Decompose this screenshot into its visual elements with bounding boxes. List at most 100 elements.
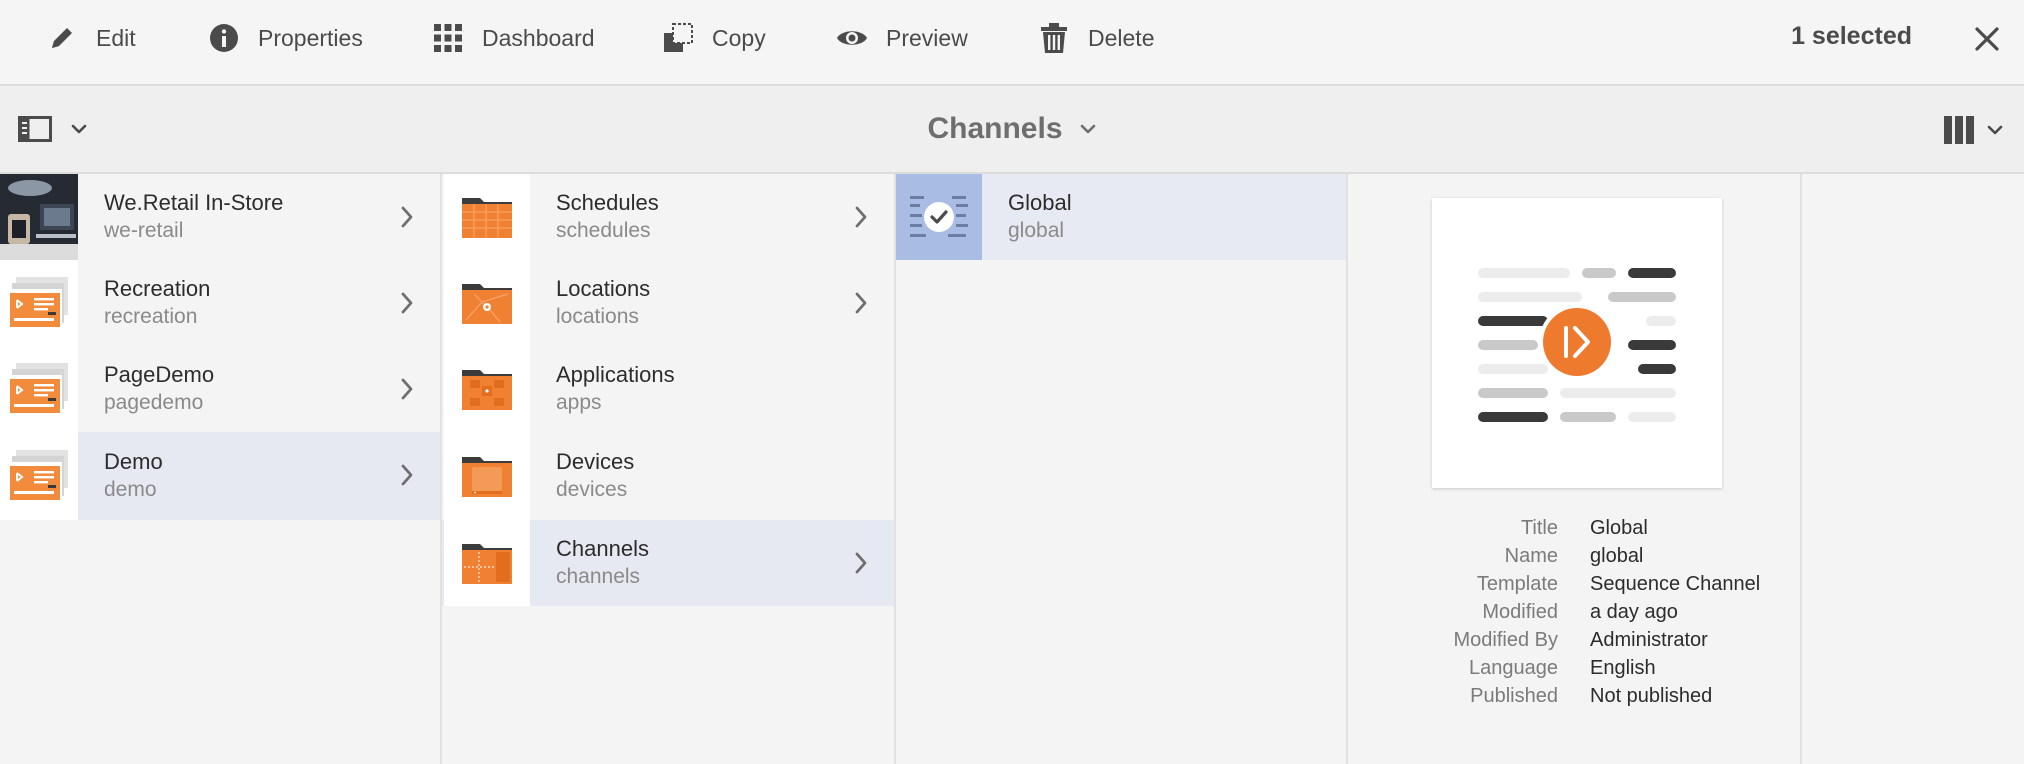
preview-button[interactable]: Preview — [836, 18, 968, 58]
meta-value: English — [1590, 656, 1656, 679]
meta-row-modified-by: Modified By Administrator — [1348, 626, 1802, 654]
view-switcher-button[interactable] — [1944, 116, 2004, 144]
list-item-recreation[interactable]: Recreation recreation — [0, 260, 440, 346]
column-folders: Schedules schedules Locations locations — [442, 174, 896, 764]
item-title: PageDemo — [104, 362, 215, 387]
chevron-right-icon[interactable] — [852, 290, 870, 316]
column-empty — [1802, 174, 2024, 764]
list-item-applications[interactable]: Applications apps — [442, 346, 894, 432]
item-texts: Devices devices — [556, 448, 894, 504]
meta-row-language: Language English — [1348, 654, 1802, 682]
item-texts: We.Retail In-Store we-retail — [104, 189, 440, 245]
site-thumbnail — [0, 174, 78, 260]
item-title: Devices — [556, 449, 635, 474]
list-item-pagedemo[interactable]: PageDemo pagedemo — [0, 346, 440, 432]
selection-count: 1 selected — [1791, 22, 1912, 50]
copy-button[interactable]: Copy — [662, 18, 766, 58]
channel-thumbnail — [896, 174, 982, 260]
chevron-down-icon[interactable] — [1079, 123, 1097, 135]
channels-folder-icon — [462, 544, 512, 584]
meta-key: Language — [1469, 656, 1558, 679]
meta-key: Name — [1504, 544, 1558, 567]
close-icon[interactable] — [1972, 24, 2002, 54]
column-channels: Global global — [896, 174, 1348, 764]
item-name: channels — [556, 565, 641, 588]
delete-button[interactable]: Delete — [1038, 18, 1154, 58]
screens-project-icon — [8, 363, 68, 415]
edit-label: Edit — [96, 24, 136, 51]
item-texts: Locations locations — [556, 275, 894, 331]
meta-row-title: Title Global — [1348, 514, 1802, 542]
item-name: schedules — [556, 219, 651, 242]
meta-value: Global — [1590, 516, 1648, 539]
chevron-down-icon — [1987, 125, 2003, 135]
folder-thumbnail — [444, 260, 530, 346]
dashboard-label: Dashboard — [482, 24, 595, 51]
meta-row-name: Name global — [1348, 542, 1802, 570]
column-view-icon — [1944, 116, 1974, 144]
meta-value: Sequence Channel — [1590, 572, 1761, 595]
dashboard-button[interactable]: Dashboard — [432, 18, 595, 58]
grid-icon — [434, 24, 462, 52]
meta-key: Title — [1520, 516, 1558, 539]
meta-key: Modified By — [1453, 628, 1559, 651]
item-title: Recreation — [104, 276, 211, 301]
meta-row-published: Published Not published — [1348, 682, 1802, 710]
site-thumbnail — [0, 346, 78, 432]
item-name: recreation — [104, 305, 198, 328]
folder-thumbnail — [444, 346, 530, 432]
meta-value: global — [1590, 544, 1644, 567]
properties-label: Properties — [258, 24, 363, 51]
edit-button[interactable]: Edit — [46, 18, 136, 58]
chevron-right-icon[interactable] — [398, 462, 416, 488]
site-thumbnail — [0, 432, 78, 520]
chevron-right-icon[interactable] — [398, 376, 416, 402]
list-item-global[interactable]: Global global — [896, 174, 1346, 260]
column-sites: We.Retail In-Store we-retail Recreation — [0, 174, 442, 764]
chevron-right-icon[interactable] — [398, 204, 416, 230]
copy-icon — [664, 23, 693, 52]
channel-preview-card — [1432, 198, 1722, 488]
list-item-locations[interactable]: Locations locations — [442, 260, 894, 346]
item-name: pagedemo — [104, 391, 204, 414]
chevron-right-icon[interactable] — [852, 550, 870, 576]
chevron-right-icon[interactable] — [852, 204, 870, 230]
copy-label: Copy — [712, 24, 766, 51]
properties-button[interactable]: Properties — [208, 18, 363, 58]
header-bar: Channels — [0, 86, 2024, 174]
trash-icon — [1041, 23, 1067, 53]
folder-thumbnail — [444, 520, 530, 606]
schedules-folder-icon — [462, 198, 512, 238]
properties-list: Title Global Name global Template Sequen… — [1348, 514, 1802, 710]
meta-key: Modified — [1482, 600, 1558, 623]
list-item-schedules[interactable]: Schedules schedules — [442, 174, 894, 260]
item-name: locations — [556, 305, 639, 328]
folder-thumbnail — [444, 174, 530, 260]
list-item-we-retail[interactable]: We.Retail In-Store we-retail — [0, 174, 440, 260]
eye-icon — [837, 31, 867, 45]
item-title: Channels — [556, 536, 649, 561]
item-texts: Recreation recreation — [104, 275, 440, 331]
page-title-wrap: Channels — [0, 112, 2024, 146]
list-item-channels[interactable]: Channels channels — [442, 520, 894, 606]
meta-value: Not published — [1590, 684, 1713, 707]
screens-project-icon — [8, 450, 68, 502]
item-name: devices — [556, 478, 628, 501]
devices-folder-icon — [462, 457, 512, 497]
item-texts: Applications apps — [556, 361, 894, 417]
list-item-demo[interactable]: Demo demo — [0, 432, 440, 520]
site-thumbnail — [0, 260, 78, 346]
item-texts: PageDemo pagedemo — [104, 361, 440, 417]
meta-row-template: Template Sequence Channel — [1348, 570, 1802, 598]
item-name: demo — [104, 478, 157, 501]
item-title: Global — [1008, 190, 1072, 215]
page-title[interactable]: Channels — [927, 112, 1062, 146]
preview-label: Preview — [886, 24, 968, 51]
screens-project-icon — [8, 277, 68, 329]
chevron-right-icon[interactable] — [398, 290, 416, 316]
item-title: We.Retail In-Store — [104, 190, 284, 215]
locations-folder-icon — [462, 284, 512, 324]
list-item-devices[interactable]: Devices devices — [442, 432, 894, 520]
item-title: Locations — [556, 276, 651, 301]
item-texts: Channels channels — [556, 535, 894, 591]
